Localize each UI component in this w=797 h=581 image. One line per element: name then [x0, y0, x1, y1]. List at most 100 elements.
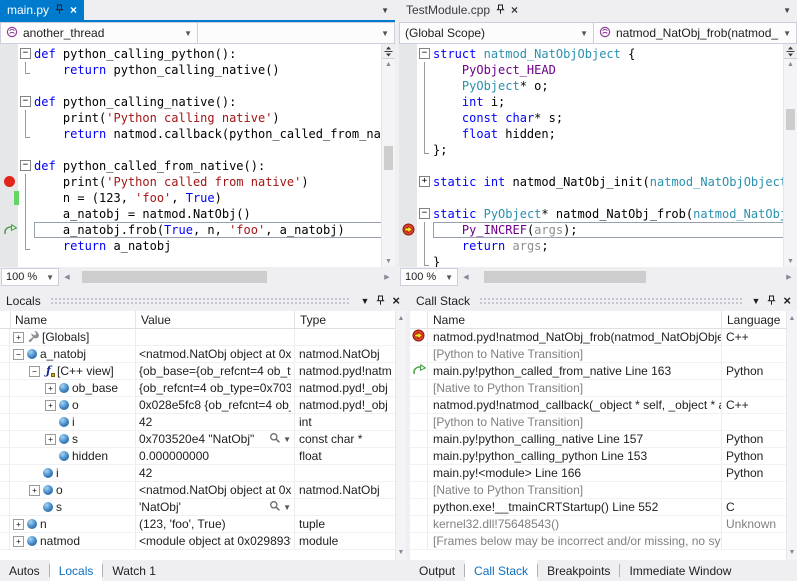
expander-icon[interactable]: + — [13, 332, 24, 343]
code-line[interactable] — [433, 158, 797, 174]
callstack-row[interactable]: [Frames below may be incorrect and/or mi… — [410, 533, 797, 550]
locals-row[interactable]: +n(123, 'foo', True)tuple — [0, 516, 406, 533]
code-line[interactable]: Py_INCREF(args); — [433, 222, 797, 238]
code-line[interactable]: n = (123, 'foo', True) — [34, 190, 395, 206]
zoom-level-dropdown[interactable]: 100 % ▼ — [1, 268, 59, 286]
breakpoint-gutter[interactable] — [399, 206, 417, 222]
code-line[interactable]: return a_natobj — [34, 238, 395, 254]
callstack-row[interactable]: natmod.pyd!natmod_callback(_object * sel… — [410, 397, 797, 414]
drag-grip[interactable] — [50, 297, 352, 305]
column-header-value[interactable]: Value — [136, 311, 295, 328]
code-line[interactable]: def python_calling_python(): — [34, 46, 395, 62]
locals-row[interactable]: +natmod<module object at 0x029893fmodule — [0, 533, 406, 550]
scroll-up-icon[interactable]: ▲ — [385, 59, 392, 70]
panel-tab-call-stack[interactable]: Call Stack — [465, 560, 537, 581]
code-line[interactable]: print('Python called from native') — [34, 174, 395, 190]
scroll-track[interactable] — [472, 271, 783, 283]
column-header-name[interactable]: Name — [428, 311, 722, 328]
code-line[interactable]: PyObject* o; — [433, 78, 797, 94]
expander-icon[interactable]: − — [29, 366, 40, 377]
code-line[interactable]: def python_calling_native(): — [34, 94, 395, 110]
callstack-row[interactable]: main.py!python_called_from_native Line 1… — [410, 363, 797, 380]
code-line[interactable]: }; — [433, 142, 797, 158]
callstack-row[interactable]: [Python to Native Transition] — [410, 346, 797, 363]
scroll-track[interactable] — [382, 70, 395, 256]
code-line[interactable]: static int natmod_NatObj_init(natmod_Nat… — [433, 174, 797, 190]
scroll-up-icon[interactable]: ▲ — [789, 313, 796, 324]
breakpoint-gutter[interactable] — [0, 46, 18, 62]
expander-icon[interactable]: + — [45, 400, 56, 411]
fold-toggle-icon[interactable]: − — [20, 48, 31, 59]
locals-row[interactable]: +o<natmod.NatObj object at 0xnatmod.NatO… — [0, 482, 406, 499]
locals-row[interactable]: −a_natobj<natmod.NatObj object at 0xnatm… — [0, 346, 406, 363]
magnifier-dropdown-icon[interactable]: ▼ — [283, 435, 291, 444]
panel-tab-output[interactable]: Output — [410, 560, 464, 581]
breakpoint-gutter[interactable] — [399, 62, 417, 78]
callstack-row[interactable]: python.exe!__tmainCRTStartup() Line 552C — [410, 499, 797, 516]
locals-row[interactable]: s'NatObj'▼ — [0, 499, 406, 516]
code-line[interactable]: return natmod.callback(python_called_fro… — [34, 126, 395, 142]
vertical-scrollbar[interactable]: ▲ ▼ — [783, 44, 797, 267]
column-header-type[interactable]: Type — [295, 311, 406, 328]
panel-tab-breakpoints[interactable]: Breakpoints — [538, 560, 619, 581]
locals-row[interactable]: +ob_base{ob_refcnt=4 ob_type=0x703natmod… — [0, 380, 406, 397]
code-line[interactable]: const char* s; — [433, 110, 797, 126]
tab-main-py[interactable]: main.py × — [0, 0, 84, 20]
panel-tab-watch-1[interactable]: Watch 1 — [103, 560, 165, 581]
breakpoint-gutter[interactable] — [399, 190, 417, 206]
panel-tab-locals[interactable]: Locals — [50, 560, 103, 581]
value-visualizer[interactable]: ▼ — [269, 500, 291, 515]
horizontal-scrollbar[interactable]: ◀ ▶ — [59, 267, 395, 287]
callstack-row[interactable]: [Native to Python Transition] — [410, 380, 797, 397]
expander-icon[interactable]: + — [13, 536, 24, 547]
scroll-left-icon[interactable]: ◀ — [61, 273, 73, 281]
breakpoint-gutter[interactable] — [0, 174, 18, 190]
column-header-name[interactable]: Name — [10, 311, 136, 328]
locals-title-bar[interactable]: Locals ▼ × — [0, 291, 406, 311]
zoom-level-dropdown[interactable]: 100 % ▼ — [400, 268, 458, 286]
locals-row[interactable]: +[Globals] — [0, 329, 406, 346]
pin-icon[interactable] — [55, 4, 64, 17]
vertical-scrollbar[interactable]: ▲ ▼ — [381, 44, 395, 267]
breakpoint-gutter[interactable] — [0, 206, 18, 222]
tab-testmodule-cpp[interactable]: TestModule.cpp × — [399, 0, 525, 20]
magnifier-icon[interactable] — [269, 500, 281, 515]
fold-toggle-icon[interactable]: − — [419, 48, 430, 59]
scroll-thumb[interactable] — [786, 109, 795, 129]
breakpoint-gutter[interactable] — [399, 158, 417, 174]
callstack-row[interactable]: [Native to Python Transition] — [410, 482, 797, 499]
scroll-right-icon[interactable]: ▶ — [783, 273, 795, 281]
code-line[interactable]: return args; — [433, 238, 797, 254]
callstack-title-bar[interactable]: Call Stack ▼ × — [410, 291, 797, 311]
breakpoint-gutter[interactable] — [399, 142, 417, 158]
scroll-up-icon[interactable]: ▲ — [398, 313, 405, 324]
locals-row[interactable]: +s0x703520e4 "NatObj"▼const char * — [0, 431, 406, 448]
pin-icon[interactable] — [767, 295, 776, 308]
expander-icon[interactable]: − — [13, 349, 24, 360]
scroll-up-icon[interactable]: ▲ — [787, 59, 794, 70]
breakpoint-gutter[interactable] — [399, 46, 417, 62]
callstack-row[interactable]: main.py!python_calling_python Line 153Py… — [410, 448, 797, 465]
expander-icon[interactable]: + — [45, 383, 56, 394]
breakpoint-gutter[interactable] — [399, 222, 417, 238]
code-editor-python[interactable]: −def python_calling_python(): return pyt… — [0, 44, 395, 267]
code-line[interactable]: a_natobj.frob(True, n, 'foo', a_natobj) — [34, 222, 395, 238]
scroll-down-icon[interactable]: ▼ — [787, 256, 794, 267]
value-visualizer[interactable]: ▼ — [269, 432, 291, 447]
breakpoint-gutter[interactable] — [399, 174, 417, 190]
breakpoint-gutter[interactable] — [0, 158, 18, 174]
locals-row[interactable]: hidden0.000000000float — [0, 448, 406, 465]
breakpoint-icon[interactable] — [4, 176, 15, 187]
breakpoint-gutter[interactable] — [399, 254, 417, 267]
locals-row[interactable]: +o0x028e5fc8 {ob_refcnt=4 ob_natmod.pyd!… — [0, 397, 406, 414]
close-icon[interactable]: × — [783, 296, 791, 306]
fold-toggle-icon[interactable]: − — [20, 160, 31, 171]
breakpoint-gutter[interactable] — [0, 110, 18, 126]
magnifier-icon[interactable] — [269, 432, 281, 447]
scope-dropdown[interactable]: (Global Scope) ▼ — [399, 22, 594, 44]
code-editor-cpp[interactable]: −struct natmod_NatObjObject { PyObject_H… — [399, 44, 797, 267]
document-list-dropdown-icon[interactable]: ▼ — [777, 6, 797, 15]
pin-icon[interactable] — [496, 4, 505, 17]
code-line[interactable] — [433, 190, 797, 206]
scroll-right-icon[interactable]: ▶ — [381, 273, 393, 281]
